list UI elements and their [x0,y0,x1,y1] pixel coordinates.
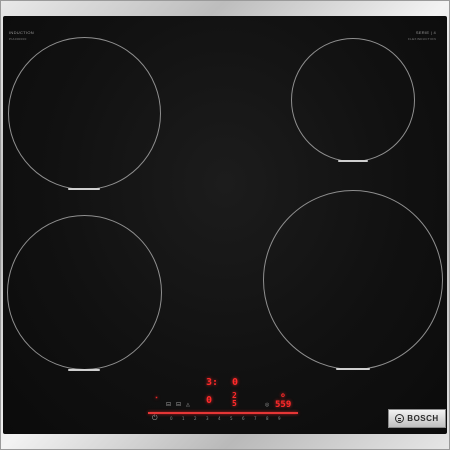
slider-number[interactable]: 3 [206,416,209,421]
upper-right-display: 0 [232,377,239,388]
power-icon[interactable]: ⏻ [152,414,158,423]
timer-display: 559 [275,400,292,410]
upper-left-display: 3: [206,377,219,388]
front-right-zone-marker [336,368,370,370]
rear-left-zone-marker [68,188,100,190]
timer-icon[interactable]: ⏲ [281,393,285,399]
bosch-logo-text: BOSCH [407,414,439,423]
rear-right-zone[interactable] [291,38,415,162]
bosch-brand-plate: BOSCH [388,409,446,428]
slider-number[interactable]: 9 [278,416,281,421]
zone-select-icon[interactable]: ✶ [155,395,158,401]
brand-right-label: SERIE | 4 [415,30,437,35]
brand-left-sub: PIA000000 [9,37,27,41]
slider-number[interactable]: 6 [242,416,245,421]
zone-select-icon[interactable]: ⊟ [176,401,181,408]
lower-mid-second-display: 5 [232,399,237,408]
slider-number[interactable]: 5 [230,416,233,421]
front-right-zone[interactable] [263,190,443,370]
series-label: SERIE | 4 FLEXINDUCTION [408,30,436,41]
slider-number[interactable]: 1 [182,416,185,421]
lock-icon[interactable]: ◬ [186,402,190,408]
zone-select-icon[interactable]: ⊟ [166,401,171,408]
slider-number[interactable]: 4 [218,416,221,421]
brand-right-sub: FLEXINDUCTION [408,37,437,41]
bosch-logo-icon [395,414,405,423]
slider-number[interactable]: 8 [266,416,269,421]
rear-right-zone-marker [338,160,368,162]
induction-label: INDUCTION PIA000000 [9,30,34,41]
slider-number[interactable]: 7 [254,416,257,421]
front-left-zone-marker [68,369,100,371]
brand-left-label: INDUCTION [9,30,34,35]
rear-left-zone[interactable] [8,37,161,190]
slider-number[interactable]: 0 [170,416,173,421]
timer-icon[interactable]: ◎ [265,402,269,408]
slider-number[interactable]: 2 [194,416,197,421]
power-slider[interactable] [148,412,298,414]
front-left-zone[interactable] [7,215,162,370]
lower-left-display: 0 [206,395,213,406]
